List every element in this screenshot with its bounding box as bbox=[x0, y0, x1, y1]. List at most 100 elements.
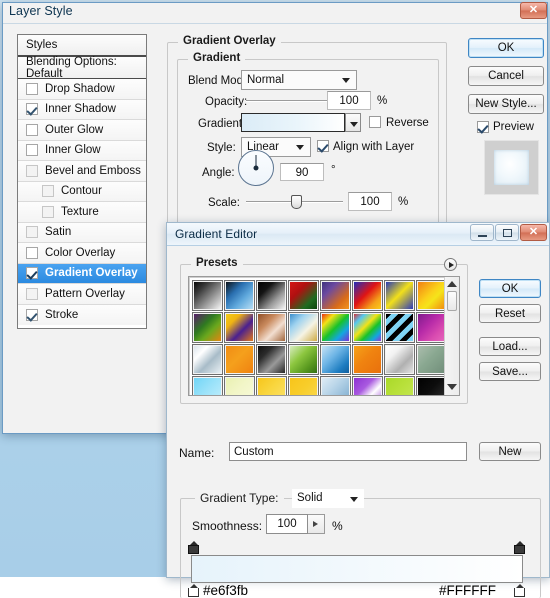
checkbox-inner-shadow[interactable] bbox=[26, 103, 38, 116]
checkbox-gradient-overlay[interactable] bbox=[26, 267, 38, 280]
preset-swatch-blue-yellow-blue[interactable] bbox=[384, 280, 415, 311]
preset-swatch-orange-bar[interactable] bbox=[352, 344, 383, 375]
editor-ok-button[interactable]: OK bbox=[479, 279, 541, 298]
checkbox-outer-glow[interactable] bbox=[26, 123, 38, 136]
scale-slider[interactable] bbox=[246, 195, 343, 209]
style-item-inner-glow[interactable]: Inner Glow bbox=[18, 140, 146, 161]
preset-swatch-blue-sky[interactable] bbox=[320, 344, 351, 375]
editor-reset-button[interactable]: Reset bbox=[479, 304, 541, 323]
gradient-bar[interactable] bbox=[191, 555, 523, 583]
new-style-button[interactable]: New Style... bbox=[468, 94, 544, 114]
editor-load-button[interactable]: Load... bbox=[479, 337, 541, 356]
preset-swatch-purple-white[interactable] bbox=[352, 376, 383, 395]
presets-menu-icon[interactable] bbox=[444, 258, 457, 271]
preset-swatch-foreground-to-transparent[interactable] bbox=[224, 280, 255, 311]
name-input[interactable]: Custom bbox=[229, 442, 467, 461]
style-item-stroke[interactable]: Stroke bbox=[18, 304, 146, 325]
preset-swatch-orange-solid[interactable] bbox=[224, 344, 255, 375]
presets-scrollbar[interactable] bbox=[444, 277, 459, 395]
preset-swatch-transparent-stripes[interactable] bbox=[384, 312, 415, 343]
style-item-inner-shadow[interactable]: Inner Shadow bbox=[18, 99, 146, 120]
gradient-editor-titlebar[interactable]: Gradient Editor ✕ bbox=[167, 223, 549, 246]
preset-swatch-black-metal[interactable] bbox=[256, 344, 287, 375]
blending-options-item[interactable]: Blending Options: Default bbox=[18, 56, 146, 80]
preset-swatch-chrome[interactable] bbox=[288, 312, 319, 343]
preset-swatch-black-dark[interactable] bbox=[416, 376, 447, 395]
ok-button[interactable]: OK bbox=[468, 38, 544, 58]
style-label: Inner Shadow bbox=[45, 103, 116, 116]
presets-scroll-thumb[interactable] bbox=[447, 291, 457, 311]
style-item-outer-glow[interactable]: Outer Glow bbox=[18, 120, 146, 141]
style-label: Style: bbox=[207, 142, 236, 154]
scale-input[interactable]: 100 bbox=[348, 192, 392, 211]
editor-new-button[interactable]: New bbox=[479, 442, 541, 461]
opacity-stop-right-body bbox=[514, 545, 525, 554]
angle-input[interactable]: 90 bbox=[280, 163, 324, 181]
style-item-pattern-overlay[interactable]: Pattern Overlay bbox=[18, 284, 146, 305]
style-item-satin[interactable]: Satin bbox=[18, 222, 146, 243]
opacity-input[interactable]: 100 bbox=[327, 91, 371, 110]
smoothness-input[interactable]: 100 bbox=[266, 514, 308, 534]
smoothness-spinner[interactable] bbox=[308, 514, 325, 534]
checkbox-stroke[interactable] bbox=[26, 308, 38, 321]
gradient-type-select[interactable]: Solid bbox=[292, 489, 364, 508]
preset-swatch-pale-yellow-green[interactable] bbox=[224, 376, 255, 395]
preset-swatch-transparent-rainbow[interactable] bbox=[352, 312, 383, 343]
close-icon[interactable]: ✕ bbox=[520, 2, 547, 19]
style-item-contour[interactable]: Contour bbox=[18, 181, 146, 202]
preset-swatch-foreground-to-background[interactable] bbox=[192, 280, 223, 311]
cancel-button[interactable]: Cancel bbox=[468, 66, 544, 86]
preset-swatch-lime-green[interactable] bbox=[384, 376, 415, 395]
scroll-up-icon[interactable] bbox=[447, 281, 457, 287]
style-item-color-overlay[interactable]: Color Overlay bbox=[18, 243, 146, 264]
layer-style-titlebar[interactable]: Layer Style ✕ bbox=[3, 2, 547, 23]
reverse-checkbox[interactable] bbox=[369, 116, 381, 128]
color-stop-right[interactable] bbox=[514, 584, 525, 597]
style-item-gradient-overlay[interactable]: Gradient Overlay bbox=[18, 263, 146, 284]
preset-swatch-amber[interactable] bbox=[288, 376, 319, 395]
preset-swatch-copper[interactable] bbox=[256, 312, 287, 343]
preset-swatch-pale-blue-steel[interactable] bbox=[320, 376, 351, 395]
minimize-icon[interactable] bbox=[470, 224, 494, 241]
preset-swatch-green-grass[interactable] bbox=[288, 344, 319, 375]
color-stop-left[interactable] bbox=[188, 584, 199, 597]
opacity-stop-right[interactable] bbox=[514, 541, 525, 554]
opacity-stop-left[interactable] bbox=[188, 541, 199, 554]
style-item-drop-shadow[interactable]: Drop Shadow bbox=[18, 79, 146, 100]
preset-swatch-silver-bar[interactable] bbox=[384, 344, 415, 375]
preset-swatch-black-white[interactable] bbox=[256, 280, 287, 311]
preset-swatch-golden-yellow[interactable] bbox=[256, 376, 287, 395]
checkbox-bevel-and-emboss[interactable] bbox=[26, 164, 38, 177]
gradient-preview-dropdown[interactable] bbox=[345, 113, 361, 132]
preset-swatch-red-green[interactable] bbox=[288, 280, 319, 311]
editor-save-button[interactable]: Save... bbox=[479, 362, 541, 381]
angle-dial[interactable] bbox=[238, 150, 274, 186]
checkbox-pattern-overlay[interactable] bbox=[26, 287, 38, 300]
preset-swatch-violet-magenta[interactable] bbox=[416, 312, 447, 343]
gradient-preview-swatch[interactable] bbox=[241, 113, 345, 132]
checkbox-texture[interactable] bbox=[42, 205, 54, 218]
preview-checkbox[interactable] bbox=[477, 121, 489, 133]
checkbox-inner-glow[interactable] bbox=[26, 144, 38, 157]
checkbox-contour[interactable] bbox=[42, 185, 54, 198]
close-icon[interactable]: ✕ bbox=[520, 224, 547, 241]
preset-swatch-violet-orange[interactable] bbox=[320, 280, 351, 311]
scale-slider-thumb[interactable] bbox=[291, 195, 302, 209]
preset-swatch-yellow-violet-orange[interactable] bbox=[224, 312, 255, 343]
align-with-layer-checkbox[interactable] bbox=[317, 140, 329, 152]
preset-swatch-blue-red-yellow[interactable] bbox=[352, 280, 383, 311]
preset-swatch-spectrum[interactable] bbox=[320, 312, 351, 343]
preset-swatch-violet-green-orange[interactable] bbox=[192, 312, 223, 343]
scroll-down-icon[interactable] bbox=[447, 384, 457, 390]
style-item-bevel-and-emboss[interactable]: Bevel and Emboss bbox=[18, 161, 146, 182]
blend-mode-select[interactable]: Normal bbox=[241, 70, 357, 90]
maximize-icon[interactable] bbox=[495, 224, 519, 241]
checkbox-color-overlay[interactable] bbox=[26, 246, 38, 259]
preset-swatch-cyan-light[interactable] bbox=[192, 376, 223, 395]
preset-swatch-orange-yellow-orange[interactable] bbox=[416, 280, 447, 311]
preset-swatch-sage-green[interactable] bbox=[416, 344, 447, 375]
checkbox-drop-shadow[interactable] bbox=[26, 82, 38, 95]
checkbox-satin[interactable] bbox=[26, 226, 38, 239]
preset-swatch-steel-bar[interactable] bbox=[192, 344, 223, 375]
style-item-texture[interactable]: Texture bbox=[18, 202, 146, 223]
